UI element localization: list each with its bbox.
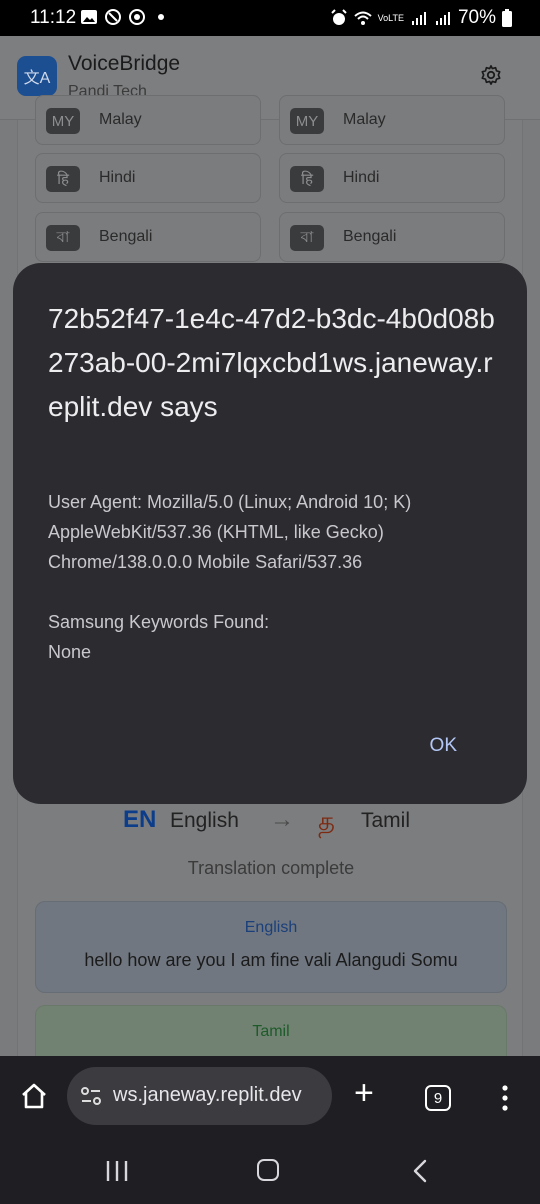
tamil-label: Tamil bbox=[252, 1023, 290, 1040]
new-tab-icon[interactable]: + bbox=[354, 1076, 374, 1110]
wifi-icon bbox=[353, 11, 372, 25]
status-bar: 11:12 VoLTE 70% bbox=[0, 0, 540, 36]
dialog-message: User Agent: Mozilla/5.0 (Linux; Android … bbox=[48, 487, 508, 667]
language-badge: MY bbox=[46, 108, 80, 134]
system-icons: VoLTE 70% bbox=[330, 7, 512, 29]
language-badge: हि bbox=[46, 166, 80, 192]
back-icon[interactable] bbox=[410, 1159, 430, 1183]
language-badge: বা bbox=[290, 225, 324, 251]
language-badge: हि bbox=[290, 166, 324, 192]
language-option-malay[interactable]: MY Malay bbox=[35, 95, 261, 145]
tab-switcher-button[interactable]: 9 bbox=[425, 1085, 451, 1111]
language-option-hindi[interactable]: हि Hindi bbox=[35, 153, 261, 203]
user-agent-text: User Agent: Mozilla/5.0 (Linux; Android … bbox=[48, 492, 412, 572]
arrow-right-icon: → bbox=[270, 806, 294, 833]
translate-logo-icon: 文A bbox=[17, 56, 57, 96]
more-menu-icon[interactable] bbox=[502, 1085, 508, 1111]
translation-direction: EN English → த Tamil bbox=[18, 806, 524, 846]
site-settings-icon[interactable] bbox=[80, 1086, 102, 1106]
language-label: Bengali bbox=[99, 228, 153, 245]
recent-apps-icon[interactable] bbox=[105, 1160, 129, 1182]
target-language-glyph: த bbox=[318, 806, 335, 836]
language-label: Malay bbox=[343, 111, 386, 128]
target-language-name: Tamil bbox=[361, 809, 411, 832]
dot-icon bbox=[158, 14, 164, 20]
keywords-label: Samsung Keywords Found: bbox=[48, 612, 270, 632]
keywords-value: None bbox=[48, 642, 92, 662]
translation-status: Translation complete bbox=[187, 858, 355, 878]
english-text: hello how are you I am fine vali Alangud… bbox=[84, 950, 458, 970]
dialog-title: 72b52f47-1e4c-47d2-b3dc-4b0d08b273ab-00-… bbox=[48, 303, 495, 422]
address-bar[interactable]: ws.janeway.replit.dev bbox=[67, 1067, 332, 1125]
language-badge: বা bbox=[46, 225, 80, 251]
language-label: Bengali bbox=[343, 228, 397, 245]
language-badge: MY bbox=[290, 108, 324, 134]
alarm-icon bbox=[330, 9, 347, 25]
language-option-hindi-target[interactable]: हि Hindi bbox=[279, 153, 505, 203]
gear-icon[interactable] bbox=[480, 64, 502, 86]
language-label: Hindi bbox=[343, 169, 380, 186]
ok-button[interactable]: OK bbox=[430, 735, 457, 757]
home-button-icon[interactable] bbox=[257, 1159, 279, 1181]
language-label: Hindi bbox=[99, 169, 136, 186]
language-label: Malay bbox=[99, 111, 142, 128]
source-language-name: English bbox=[170, 809, 239, 832]
notification-icons bbox=[80, 8, 170, 26]
english-result-card: English hello how are you I am fine vali… bbox=[35, 901, 507, 993]
battery-icon bbox=[502, 9, 512, 27]
source-language-code: EN bbox=[123, 806, 157, 833]
browser-toolbar: ws.janeway.replit.dev + 9 bbox=[0, 1056, 540, 1138]
battery-percent: 70% bbox=[457, 7, 496, 28]
system-nav-bar bbox=[0, 1138, 540, 1204]
volte-label: VoLTE bbox=[377, 12, 404, 23]
status-time: 11:12 bbox=[30, 7, 77, 28]
signal-icon-2 bbox=[435, 12, 450, 25]
app-title: VoiceBridge bbox=[68, 52, 181, 75]
whatsapp-icon bbox=[129, 9, 145, 25]
alert-dialog: 72b52f47-1e4c-47d2-b3dc-4b0d08b273ab-00-… bbox=[13, 263, 527, 804]
language-option-bengali-target[interactable]: বা Bengali bbox=[279, 212, 505, 262]
english-label: English bbox=[244, 919, 298, 936]
language-option-malay-target[interactable]: MY Malay bbox=[279, 95, 505, 145]
shield-icon bbox=[105, 9, 121, 25]
signal-icon bbox=[411, 12, 426, 25]
gallery-icon bbox=[81, 10, 97, 24]
url-text: ws.janeway.replit.dev bbox=[113, 1084, 302, 1106]
tamil-result-card: Tamil bbox=[35, 1005, 507, 1056]
home-icon[interactable] bbox=[20, 1082, 48, 1110]
language-option-bengali[interactable]: বা Bengali bbox=[35, 212, 261, 262]
